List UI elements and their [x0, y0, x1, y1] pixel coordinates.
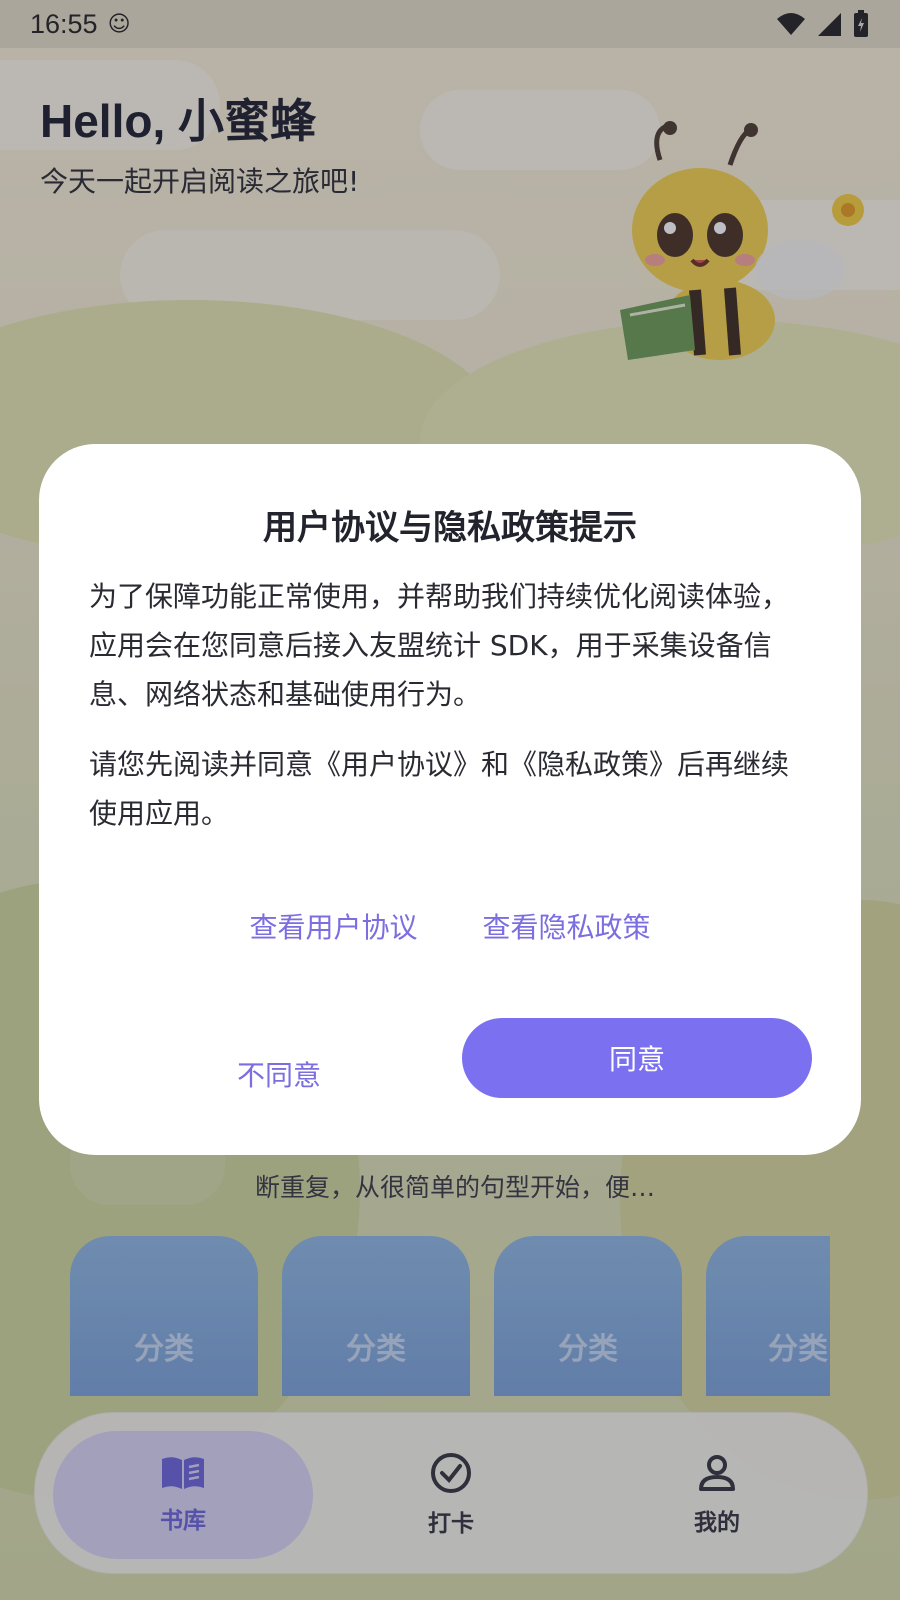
dialog-paragraph-sdk: 为了保障功能正常使用，并帮助我们持续优化阅读体验，应用会在您同意后接入友盟统计 … [89, 580, 790, 711]
view-privacy-policy-link[interactable]: 查看隐私政策 [483, 906, 651, 946]
disagree-button[interactable]: 不同意 [159, 1042, 399, 1106]
agree-button[interactable]: 同意 [462, 1018, 812, 1098]
dialog-links: 查看用户协议 查看隐私政策 [39, 906, 861, 946]
dialog-title: 用户协议与隐私政策提示 [263, 508, 637, 548]
privacy-dialog: 用户协议与隐私政策提示 为了保障功能正常使用，并帮助我们持续优化阅读体验，应用会… [39, 444, 861, 1155]
dialog-paragraph-consent: 请您先阅读并同意《用户协议》和《隐私政策》后再继续使用应用。 [89, 748, 790, 830]
view-user-agreement-link[interactable]: 查看用户协议 [249, 906, 417, 946]
